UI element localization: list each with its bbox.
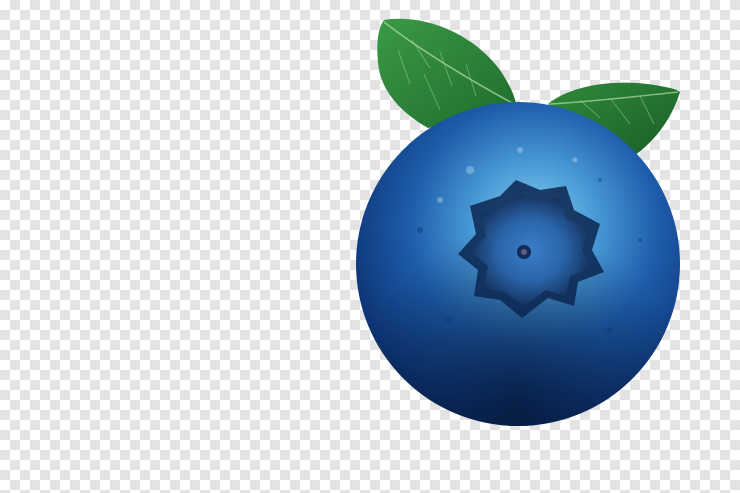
- blueberry-illustration: [356, 18, 680, 426]
- transparent-checkerboard-background: [0, 0, 740, 493]
